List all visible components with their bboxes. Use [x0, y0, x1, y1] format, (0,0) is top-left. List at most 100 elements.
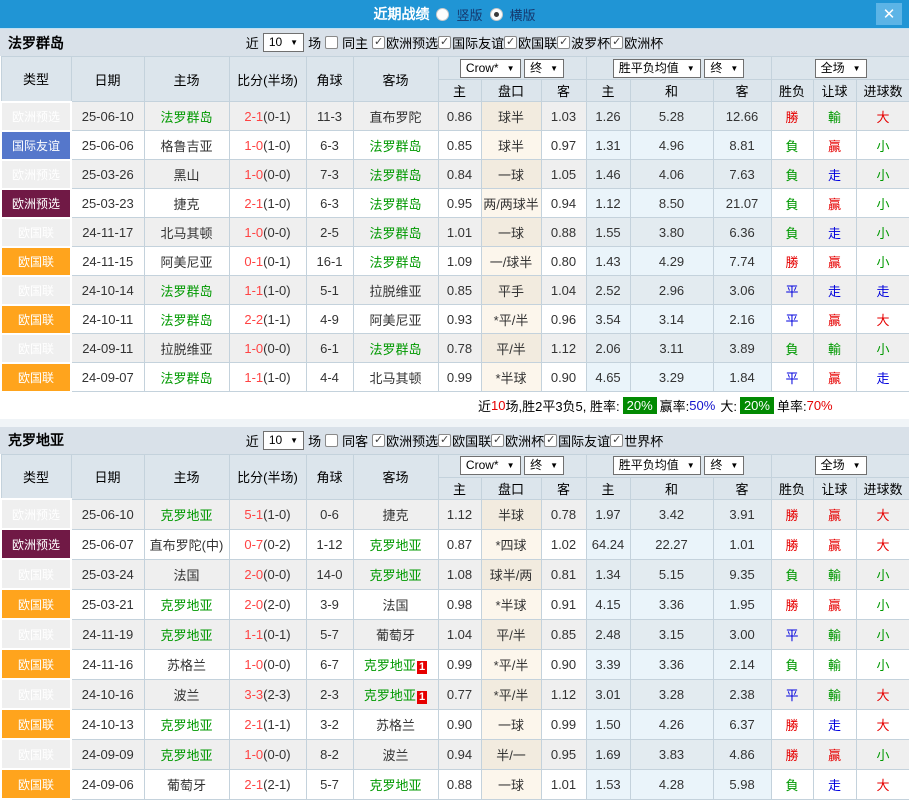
corner-cell: 5-7	[306, 619, 353, 649]
odds-away-cell: 0.95	[541, 739, 586, 769]
competition-checkbox[interactable]: ✓	[438, 36, 451, 49]
competition-checkbox[interactable]: ✓	[491, 434, 504, 447]
away-team-cell: 葡萄牙	[353, 619, 438, 649]
radio-horizontal-label[interactable]: 横版	[510, 5, 536, 24]
goals-result-cell: 小	[856, 334, 909, 363]
dialog-title: 近期战绩	[373, 4, 429, 24]
summary-text: 近	[478, 396, 491, 415]
avg-stage-select[interactable]: 终▼	[704, 456, 744, 475]
red-card-badge: 1	[417, 661, 427, 674]
avg-stage-select[interactable]: 终▼	[704, 59, 744, 78]
competition-checkbox[interactable]: ✓	[372, 434, 385, 447]
wdl-avg-select[interactable]: 胜平负均值▼	[613, 59, 701, 78]
croatia-results-table: 类型 日期 主场 比分(半场) 角球 客场 Crow*▼ 终▼ 胜平负均值▼ 终…	[0, 454, 909, 800]
goals-result-cell: 小	[856, 160, 909, 189]
away-team-cell: 法罗群岛	[353, 160, 438, 189]
handicap-cell: 两/两球半	[481, 189, 541, 218]
avg-draw-cell: 4.29	[630, 247, 713, 276]
handicap-cell: 球半	[481, 102, 541, 131]
odds-away-cell: 1.04	[541, 276, 586, 305]
close-button[interactable]: ✕	[876, 3, 902, 25]
avg-away-cell: 7.74	[713, 247, 771, 276]
home-team-cell: 捷克	[144, 189, 229, 218]
avg-home-cell: 1.97	[586, 499, 630, 529]
corner-cell: 14-0	[306, 559, 353, 589]
table-row: 欧国联 24-09-06 葡萄牙 2-1(2-1) 5-7 克罗地亚 0.88 …	[1, 769, 909, 799]
winloss-result-cell: 負	[771, 559, 813, 589]
odds-home-cell: 0.87	[438, 529, 481, 559]
scope-select[interactable]: 全场▼	[815, 456, 867, 475]
odds-home-cell: 0.95	[438, 189, 481, 218]
home-team-cell: 克罗地亚	[144, 499, 229, 529]
competition-checkbox[interactable]: ✓	[504, 36, 517, 49]
score-cell: 1-0(0-0)	[229, 739, 306, 769]
odds-stage-select[interactable]: 终▼	[524, 59, 564, 78]
avg-home-cell: 1.26	[586, 102, 630, 131]
same-home-checkbox[interactable]	[325, 36, 338, 49]
home-team-cell: 法罗群岛	[144, 363, 229, 392]
chevron-down-icon: ▼	[687, 458, 695, 473]
avg-away-cell: 2.14	[713, 649, 771, 679]
away-team-cell: 法国	[353, 589, 438, 619]
competition-checkbox[interactable]: ✓	[610, 434, 623, 447]
competition-checkbox[interactable]: ✓	[610, 36, 623, 49]
wdl-avg-select[interactable]: 胜平负均值▼	[613, 456, 701, 475]
avg-draw-cell: 3.36	[630, 589, 713, 619]
match-count-select[interactable]: 10▼	[263, 431, 304, 450]
avg-draw-cell: 3.28	[630, 679, 713, 709]
competition-filter-list: ✓ 欧洲预选 ✓ 欧国联 ✓ 欧洲杯 ✓ 国际友谊	[372, 431, 663, 450]
home-team-cell: 法罗群岛	[144, 305, 229, 334]
competition-filter: ✓ 欧国联	[504, 33, 557, 52]
radio-horizontal[interactable]	[490, 8, 503, 21]
handicap-result-cell: 贏	[813, 529, 856, 559]
score-cell: 1-0(0-0)	[229, 160, 306, 189]
avg-group-header: 胜平负均值▼ 终▼	[586, 454, 771, 477]
scope-select[interactable]: 全场▼	[815, 59, 867, 78]
col-header-handicap-result: 让球	[813, 477, 856, 499]
competition-checkbox[interactable]: ✓	[557, 36, 570, 49]
handicap-cell: *平/半	[481, 679, 541, 709]
score-cell: 5-1(1-0)	[229, 499, 306, 529]
handicap-result-cell: 贏	[813, 305, 856, 334]
handicap-result-cell: 贏	[813, 131, 856, 160]
avg-home-cell: 4.65	[586, 363, 630, 392]
avg-draw-cell: 3.14	[630, 305, 713, 334]
competition-label: 欧国联	[452, 431, 491, 450]
date-cell: 24-09-07	[71, 363, 144, 392]
odds-away-cell: 1.03	[541, 102, 586, 131]
radio-vertical[interactable]	[436, 8, 449, 21]
avg-draw-cell: 4.96	[630, 131, 713, 160]
corner-cell: 5-7	[306, 769, 353, 799]
col-header-goals: 进球数	[856, 80, 909, 102]
competition-checkbox[interactable]: ✓	[544, 434, 557, 447]
corner-cell: 3-9	[306, 589, 353, 619]
competition-checkbox[interactable]: ✓	[372, 36, 385, 49]
odds-stage-select[interactable]: 终▼	[524, 456, 564, 475]
away-team-cell: 北马其顿	[353, 363, 438, 392]
competition-checkbox[interactable]: ✓	[438, 434, 451, 447]
col-header-winloss: 胜负	[771, 80, 813, 102]
radio-vertical-label[interactable]: 竖版	[456, 5, 482, 24]
winloss-result-cell: 勝	[771, 247, 813, 276]
odds-home-cell: 1.09	[438, 247, 481, 276]
odds-home-cell: 0.88	[438, 769, 481, 799]
result-group-header: 全场▼	[771, 57, 909, 80]
bookmaker-select[interactable]: Crow*▼	[460, 456, 521, 475]
corner-cell: 6-1	[306, 334, 353, 363]
match-count-select[interactable]: 10▼	[263, 33, 304, 52]
competition-filter: ✓ 欧洲杯	[491, 431, 544, 450]
date-cell: 25-06-10	[71, 499, 144, 529]
avg-home-cell: 1.53	[586, 769, 630, 799]
same-away-checkbox[interactable]	[325, 434, 338, 447]
col-header-odds-home: 主	[438, 477, 481, 499]
red-card-badge: 1	[417, 691, 427, 704]
bookmaker-select[interactable]: Crow*▼	[460, 59, 521, 78]
chevron-down-icon: ▼	[730, 458, 738, 473]
competition-filter: ✓ 欧国联	[438, 431, 491, 450]
corner-cell: 11-3	[306, 102, 353, 131]
odds-home-cell: 1.01	[438, 218, 481, 247]
winloss-result-cell: 平	[771, 679, 813, 709]
odds-away-cell: 1.12	[541, 679, 586, 709]
score-cell: 2-1(1-1)	[229, 709, 306, 739]
score-cell: 1-0(1-0)	[229, 131, 306, 160]
